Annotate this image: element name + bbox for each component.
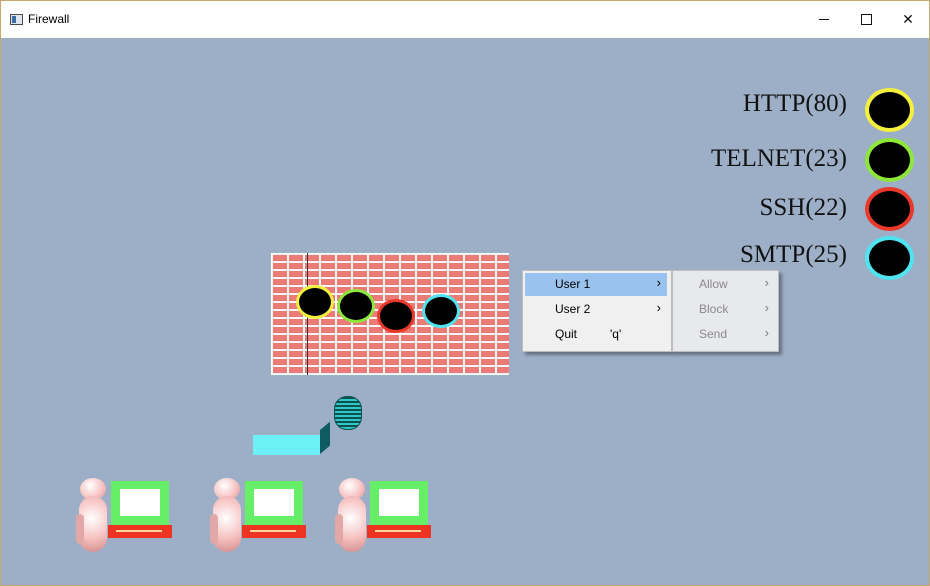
- legend-label-http: HTTP(80): [742, 90, 847, 117]
- menu-item-label: User 2: [555, 302, 591, 316]
- user-3-keyboard: [367, 525, 431, 538]
- user-1-arm: [76, 514, 84, 544]
- maximize-icon: [860, 14, 872, 25]
- router-box: [253, 435, 320, 455]
- menu-item-shortcut: 'q': [610, 327, 622, 341]
- user-3-screen: [379, 489, 419, 516]
- user-2-keyboard: [242, 525, 306, 538]
- firewall-window: Firewall ✕ HTTP(80) TELNET(23) SSH(22) S…: [0, 0, 930, 586]
- user-2-screen: [254, 489, 294, 516]
- legend-label-telnet: TELNET(23): [710, 145, 847, 172]
- legend-label-smtp: SMTP(25): [740, 241, 847, 268]
- legend-hole-http: [865, 88, 914, 132]
- app-icon: [10, 14, 23, 25]
- legend-hole-ssh: [865, 187, 914, 231]
- user-station-3: [335, 478, 440, 552]
- legend-hole-smtp: [865, 236, 914, 280]
- context-menu: User 1 › User 2 › Quit 'q': [522, 270, 672, 352]
- submenu-item-allow[interactable]: Allow ›: [675, 273, 775, 296]
- menu-item-label: Quit: [555, 327, 578, 341]
- chevron-right-icon: ›: [656, 275, 661, 290]
- menu-item-user-2[interactable]: User 2 ›: [525, 298, 667, 321]
- port-hole-ssh: [377, 299, 415, 333]
- menu-item-user-1[interactable]: User 1 ›: [525, 273, 667, 296]
- close-button[interactable]: ✕: [886, 1, 930, 38]
- scene-canvas[interactable]: HTTP(80) TELNET(23) SSH(22) SMTP(25) Use…: [1, 38, 929, 585]
- maximize-button[interactable]: [844, 1, 888, 38]
- menu-item-label: User 1: [555, 277, 591, 291]
- user-3-arm: [335, 514, 343, 544]
- submenu-item-label: Block: [699, 302, 729, 316]
- submenu-item-block[interactable]: Block ›: [675, 298, 775, 321]
- context-submenu: Allow › Block › Send ›: [672, 270, 779, 352]
- user-1-screen: [120, 489, 160, 516]
- user-1-monitor: [111, 481, 169, 525]
- port-hole-smtp: [422, 294, 460, 328]
- submenu-item-label: Send: [699, 327, 728, 341]
- user-1-keyboard: [108, 525, 172, 538]
- port-hole-http: [296, 285, 334, 319]
- chevron-right-icon: ›: [764, 300, 769, 315]
- user-2-monitor: [245, 481, 303, 525]
- packet-coil: [334, 396, 362, 430]
- title-bar[interactable]: Firewall ✕: [1, 1, 929, 38]
- user-station-1: [76, 478, 181, 552]
- user-3-monitor: [370, 481, 428, 525]
- user-2-arm: [210, 514, 218, 544]
- router-box-side: [320, 421, 330, 454]
- menu-item-quit[interactable]: Quit 'q': [525, 323, 667, 346]
- user-station-2: [210, 478, 315, 552]
- chevron-right-icon: ›: [764, 275, 769, 290]
- chevron-right-icon: ›: [764, 325, 769, 340]
- window-title: Firewall: [28, 12, 70, 26]
- minimize-icon: [819, 19, 829, 20]
- chevron-right-icon: ›: [656, 300, 661, 315]
- port-hole-telnet: [337, 289, 375, 323]
- submenu-item-label: Allow: [699, 277, 728, 291]
- legend-label-ssh: SSH(22): [759, 194, 847, 221]
- close-icon: ✕: [902, 11, 914, 27]
- submenu-item-send[interactable]: Send ›: [675, 323, 775, 346]
- minimize-button[interactable]: [802, 1, 846, 38]
- legend-hole-telnet: [865, 138, 914, 182]
